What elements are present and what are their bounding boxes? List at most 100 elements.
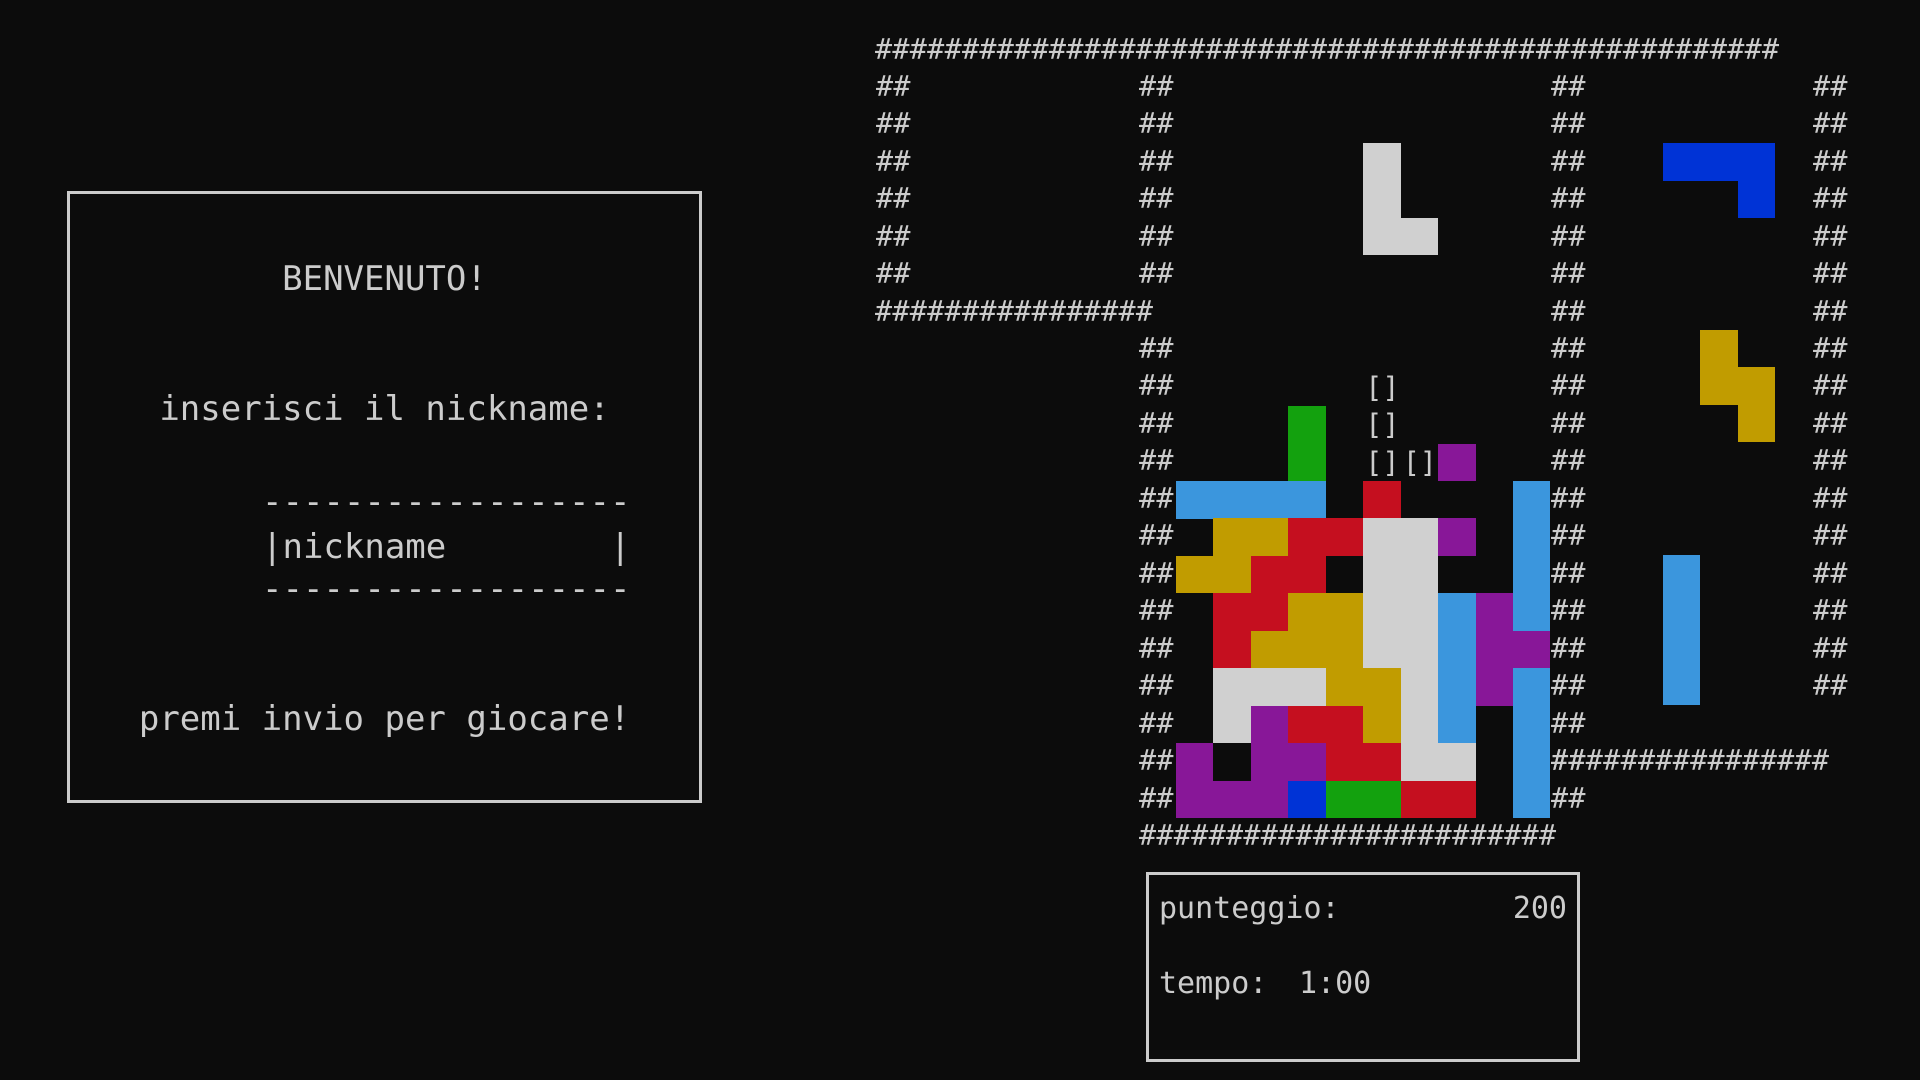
playfield-left-wall: ##: [1139, 369, 1174, 403]
hold-box-left-wall: ##: [876, 219, 911, 253]
next-box-right-wall: ##: [1813, 669, 1848, 703]
stack-block: [1250, 668, 1289, 706]
playfield-left-wall: ##: [1139, 481, 1174, 515]
nickname-input[interactable]: |nickname |: [262, 527, 630, 567]
stack-block: [1213, 668, 1251, 706]
playfield-right-wall: ##: [1551, 257, 1586, 291]
playfield-right-wall: ##: [1551, 369, 1586, 403]
nickname-prompt: inserisci il nickname:: [159, 389, 610, 429]
ghost-piece-block: []: [1365, 408, 1400, 442]
score-value: 200: [1512, 891, 1567, 926]
falling-piece-block: [1363, 217, 1401, 256]
next-box-right-wall: ##: [1813, 406, 1848, 440]
stack-block: [1250, 780, 1289, 819]
next-piece-2-block: [1737, 404, 1776, 443]
falling-piece-block: [1363, 143, 1401, 181]
stack-block: [1363, 630, 1401, 669]
hold-box-left-wall: ##: [876, 107, 911, 141]
stack-block: [1363, 593, 1401, 631]
next-box-right-wall: ##: [1813, 257, 1848, 291]
next-box-right-wall: ##: [1813, 519, 1848, 553]
playfield-right-wall: ##: [1551, 631, 1586, 665]
next-piece-3-block: [1663, 555, 1701, 593]
stack-block: [1438, 593, 1476, 631]
stack-block: [1250, 593, 1289, 631]
stack-block: [1288, 406, 1326, 444]
stack-block: [1325, 705, 1364, 744]
playfield-right-wall: ##: [1551, 594, 1586, 628]
playfield-right-wall: ##: [1551, 444, 1586, 478]
nickname-input-top-border: ------------------: [262, 482, 631, 522]
stack-block: [1438, 518, 1476, 556]
stack-block: [1288, 780, 1326, 819]
stack-block: [1438, 780, 1476, 819]
playfield-right-wall: ##: [1551, 107, 1586, 141]
stack-block: [1438, 705, 1476, 744]
playfield-right-wall: ##: [1551, 182, 1586, 216]
stack-block: [1438, 443, 1476, 482]
playfield-right-wall: ##: [1551, 144, 1586, 178]
time-label: tempo:: [1159, 966, 1268, 1001]
stack-block: [1176, 555, 1214, 594]
playfield-left-wall: ##: [1139, 406, 1174, 440]
stack-block: [1513, 555, 1551, 594]
next-piece-1-block: [1737, 180, 1776, 218]
ghost-piece-block: []: [1402, 445, 1437, 479]
next-box-right-wall: ##: [1813, 332, 1848, 365]
playfield-right-wall: ##: [1551, 669, 1586, 703]
stack-block: [1288, 668, 1326, 706]
stack-block: [1513, 668, 1551, 706]
stack-block: [1400, 705, 1439, 744]
next-box-right-wall: ##: [1813, 631, 1848, 665]
stack-block: [1288, 443, 1326, 482]
stack-block: [1250, 743, 1289, 781]
playfield-right-wall: ##: [1551, 519, 1586, 553]
playfield-left-wall: ##: [1139, 743, 1174, 777]
stack-block: [1363, 555, 1401, 594]
next-piece-3-block: [1663, 629, 1701, 668]
stack-block: [1288, 555, 1326, 594]
next-box-right-wall: ##: [1813, 144, 1848, 178]
stack-block: [1288, 705, 1326, 744]
stack-block: [1438, 630, 1476, 669]
welcome-dialog: BENVENUTO! inserisci il nickname: ------…: [67, 191, 702, 803]
stack-block: [1250, 555, 1289, 594]
playfield-left-wall: ##: [1139, 782, 1174, 815]
stack-block: [1213, 593, 1251, 631]
stack-block: [1325, 780, 1364, 819]
ghost-piece-block: []: [1365, 370, 1400, 404]
next-box-right-wall: ##: [1813, 369, 1848, 403]
stack-block: [1513, 743, 1551, 781]
next-piece-3-block: [1663, 592, 1701, 630]
hold-box-left-wall: ##: [876, 257, 911, 291]
next-box-bottom-border: ################: [1551, 744, 1830, 777]
playfield-left-wall: ##: [1139, 631, 1174, 665]
stack-block: [1363, 481, 1401, 519]
playfield-right-wall: ##: [1551, 782, 1586, 815]
next-piece-1-block: [1737, 143, 1776, 181]
stack-block: [1250, 705, 1289, 744]
stack-block: [1513, 481, 1551, 519]
stack-block: [1363, 780, 1401, 819]
time-value: 1:00: [1299, 966, 1372, 1001]
next-box-right-wall: ##: [1813, 219, 1848, 253]
stack-block: [1400, 555, 1439, 594]
frame-top-border: ########################################…: [875, 33, 1780, 66]
next-piece-3-block: [1663, 667, 1701, 705]
stack-block: [1213, 518, 1251, 556]
stack-block: [1213, 481, 1251, 519]
stack-block: [1176, 743, 1214, 781]
stack-block: [1325, 593, 1364, 631]
playfield-right-wall: ##: [1551, 295, 1586, 328]
playfield-left-wall: ##: [1139, 219, 1174, 253]
playfield-right-wall: ##: [1551, 219, 1586, 253]
hold-box-left-wall: ##: [876, 70, 911, 103]
playfield-left-wall: ##: [1139, 444, 1174, 478]
next-box-right-wall: ##: [1813, 481, 1848, 515]
start-hint: premi invio per giocare!: [138, 699, 631, 739]
playfield-right-wall: ##: [1551, 406, 1586, 440]
ghost-piece-block: []: [1365, 445, 1400, 479]
stack-block: [1363, 705, 1401, 744]
stack-block: [1513, 705, 1551, 744]
playfield-left-wall: ##: [1139, 182, 1174, 216]
